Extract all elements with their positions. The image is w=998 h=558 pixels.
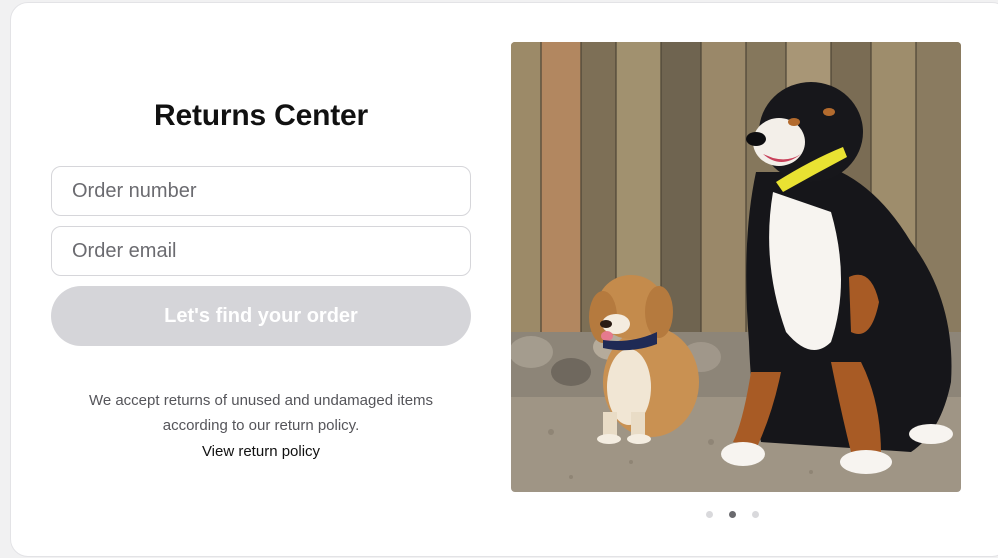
returns-card: Returns Center Let's find your order We … <box>10 2 998 557</box>
find-order-button[interactable]: Let's find your order <box>51 286 471 346</box>
carousel-image-dogs <box>511 42 961 492</box>
returns-form-panel: Returns Center Let's find your order We … <box>51 3 471 556</box>
order-number-input[interactable] <box>51 166 471 216</box>
order-email-input[interactable] <box>51 226 471 276</box>
dogs-photo-illustration <box>511 42 961 492</box>
returns-note: We accept returns of unused and undamage… <box>51 388 471 438</box>
carousel-dots <box>706 511 759 518</box>
view-return-policy-link[interactable]: View return policy <box>51 443 471 460</box>
carousel-dot-3[interactable] <box>752 511 759 518</box>
page-title: Returns Center <box>154 99 368 132</box>
carousel-dot-2[interactable] <box>729 511 736 518</box>
returns-note-line-2: according to our return policy. <box>162 417 360 434</box>
returns-note-line-1: We accept returns of unused and undamage… <box>88 392 434 409</box>
carousel-dot-1[interactable] <box>706 511 713 518</box>
